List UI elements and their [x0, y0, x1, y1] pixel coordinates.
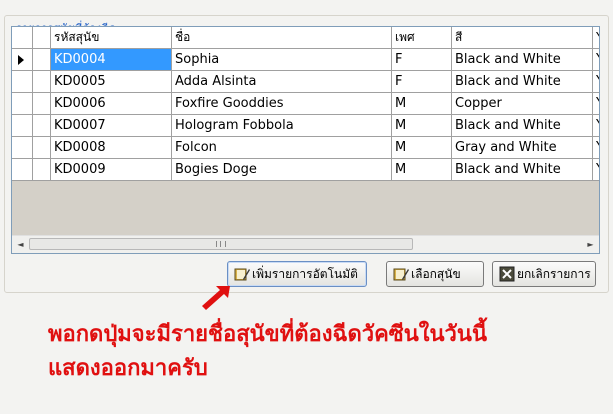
sex-cell[interactable]: M: [392, 93, 452, 115]
scroll-grip-icon: [216, 241, 226, 247]
sex-cell[interactable]: M: [392, 115, 452, 137]
row-gap-cell: [33, 49, 51, 71]
next-cell[interactable]: Y: [593, 49, 599, 71]
row-header[interactable]: [12, 137, 33, 159]
scroll-right-icon[interactable]: ►: [583, 237, 598, 252]
dog-name-cell[interactable]: Hologram Fobbola: [172, 115, 392, 137]
color-cell[interactable]: Black and White: [452, 115, 593, 137]
dog-id-cell[interactable]: KD0008: [51, 137, 172, 159]
row-gap-cell: [33, 71, 51, 93]
column-header-color[interactable]: สี: [452, 27, 593, 49]
auto-add-label: เพิ่มรายการอัตโนมัติ: [252, 267, 358, 281]
row-header[interactable]: [12, 49, 33, 71]
color-cell[interactable]: Black and White: [452, 159, 593, 181]
cancel-list-label: ยกเลิกรายการ: [517, 267, 591, 281]
annotation-line-2: แสดงออกมาครับ: [48, 356, 208, 381]
dog-id-cell[interactable]: KD0004: [51, 49, 172, 71]
auto-add-button[interactable]: เพิ่มรายการอัตโนมัติ: [227, 261, 367, 287]
row-gap-cell: [33, 93, 51, 115]
dog-name-cell[interactable]: Foxfire Gooddies: [172, 93, 392, 115]
scroll-left-icon[interactable]: ◄: [13, 237, 28, 252]
scroll-thumb[interactable]: [29, 238, 413, 250]
color-cell[interactable]: Black and White: [452, 71, 593, 93]
column-header-sex[interactable]: เพศ: [392, 27, 452, 49]
color-cell[interactable]: Copper: [452, 93, 593, 115]
row-gap-cell: [33, 159, 51, 181]
dog-name-cell[interactable]: Adda Alsinta: [172, 71, 392, 93]
sex-cell[interactable]: M: [392, 159, 452, 181]
sex-cell[interactable]: F: [392, 71, 452, 93]
color-cell[interactable]: Gray and White: [452, 137, 593, 159]
next-cell[interactable]: Y: [593, 159, 599, 181]
row-header[interactable]: [12, 159, 33, 181]
row-gap-cell: [33, 137, 51, 159]
sex-cell[interactable]: M: [392, 137, 452, 159]
current-row-arrow-icon: [18, 55, 24, 65]
column-header-next[interactable]: Y: [593, 27, 599, 49]
dog-data-grid[interactable]: รหัสสุนัข ชื่อ เพศ สี Y KD0004SophiaFBla…: [11, 26, 600, 254]
row-gap-cell: [33, 115, 51, 137]
column-header-dog-id[interactable]: รหัสสุนัข: [51, 27, 172, 49]
grid-rowheader-gap: [33, 27, 51, 49]
dog-name-cell[interactable]: Bogies Doge: [172, 159, 392, 181]
row-header[interactable]: [12, 115, 33, 137]
choose-dog-button[interactable]: เลือกสุนัข: [386, 261, 484, 287]
next-cell[interactable]: Y: [593, 93, 599, 115]
column-header-name[interactable]: ชื่อ: [172, 27, 392, 49]
book-pencil-icon: [234, 268, 250, 281]
book-pencil-icon: [393, 268, 409, 281]
next-cell[interactable]: Y: [593, 71, 599, 93]
dog-id-cell[interactable]: KD0006: [51, 93, 172, 115]
red-arrow-icon: [202, 286, 230, 310]
dog-id-cell[interactable]: KD0005: [51, 71, 172, 93]
cancel-x-icon: [499, 266, 515, 282]
row-header[interactable]: [12, 93, 33, 115]
next-cell[interactable]: Y: [593, 115, 599, 137]
row-header[interactable]: [12, 71, 33, 93]
next-cell[interactable]: Y: [593, 137, 599, 159]
horizontal-scrollbar[interactable]: ◄ ►: [12, 235, 599, 253]
dog-name-cell[interactable]: Sophia: [172, 49, 392, 71]
annotation-line-1: พอกดปุ่มจะมีรายชื่อสุนัขที่ต้องฉีดวัคซีน…: [48, 322, 487, 347]
color-cell[interactable]: Black and White: [452, 49, 593, 71]
choose-dog-label: เลือกสุนัข: [411, 267, 461, 281]
dog-id-cell[interactable]: KD0007: [51, 115, 172, 137]
dog-id-cell[interactable]: KD0009: [51, 159, 172, 181]
cancel-list-button[interactable]: ยกเลิกรายการ: [492, 261, 596, 287]
sex-cell[interactable]: F: [392, 49, 452, 71]
grid-corner: [12, 27, 33, 49]
annotation-text: พอกดปุ่มจะมีรายชื่อสุนัขที่ต้องฉีดวัคซีน…: [48, 318, 487, 386]
dog-name-cell[interactable]: Folcon: [172, 137, 392, 159]
